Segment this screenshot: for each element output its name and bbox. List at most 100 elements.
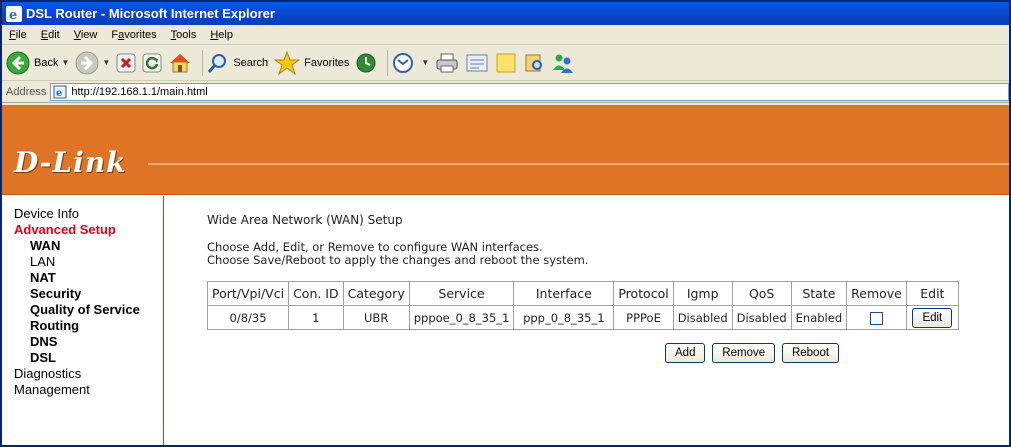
favorites-label: Favorites xyxy=(304,56,350,69)
sidebar-item-quality-of-service[interactable]: Quality of Service xyxy=(14,302,163,318)
col-header-remove: Remove xyxy=(846,281,907,306)
research-icon xyxy=(525,54,543,71)
sidebar-item-management[interactable]: Management xyxy=(14,382,163,398)
history-button[interactable] xyxy=(355,48,377,78)
remove-checkbox[interactable] xyxy=(869,311,883,325)
forward-button[interactable]: ▼ xyxy=(75,48,110,78)
search-label: Search xyxy=(233,56,269,69)
sidebar-item-device-info[interactable]: Device Info xyxy=(14,206,163,222)
menu-bar: File Edit View Favorites Tools Help xyxy=(2,25,1009,45)
discuss-button[interactable] xyxy=(495,48,517,78)
stop-button[interactable] xyxy=(116,48,136,78)
col-header-igmp: Igmp xyxy=(672,281,733,306)
messenger-icon xyxy=(553,54,574,73)
favorites-button[interactable]: Favorites xyxy=(274,48,349,78)
dlink-logo: D-Link xyxy=(14,146,127,179)
sidebar-item-advanced-setup[interactable]: Advanced Setup xyxy=(14,222,163,238)
cell-interface: ppp_0_8_35_1 xyxy=(513,305,615,330)
mail-icon xyxy=(393,52,414,73)
banner-line xyxy=(148,163,1009,165)
cell-service: pppoe_0_8_35_1 xyxy=(408,305,515,330)
menu-tools[interactable]: Tools xyxy=(164,29,204,41)
page-title: Wide Area Network (WAN) Setup xyxy=(207,213,403,227)
toolbar: Back ▼ ▼ Search Favorites ▼ xyxy=(2,45,1009,81)
history-icon xyxy=(356,53,376,72)
home-icon xyxy=(170,53,191,72)
col-header-port-vpi-vci: Port/Vpi/Vci xyxy=(206,281,290,306)
cell-state: Enabled xyxy=(790,305,848,330)
remove-button[interactable]: Remove xyxy=(712,343,776,363)
edit-button[interactable]: Edit xyxy=(912,307,953,328)
title-bar: e DSL Router - Microsoft Internet Explor… xyxy=(2,2,1009,25)
col-header-protocol: Protocol xyxy=(613,281,674,306)
refresh-icon xyxy=(142,53,162,72)
printer-icon xyxy=(436,53,458,72)
menu-view[interactable]: View xyxy=(67,29,105,41)
menu-edit[interactable]: Edit xyxy=(34,29,67,41)
search-button[interactable]: Search xyxy=(207,48,268,78)
dlink-banner: D-Link xyxy=(2,105,1009,195)
dropdown-arrow-icon[interactable]: ▼ xyxy=(61,58,69,67)
description: Choose Add, Edit, or Remove to configure… xyxy=(207,241,997,267)
wan-table: Port/Vpi/Vci Con. ID Category Service In… xyxy=(206,281,959,330)
dropdown-arrow-icon[interactable]: ▼ xyxy=(421,58,429,67)
toolbar-separator xyxy=(202,49,204,76)
cell-igmp: Disabled xyxy=(672,305,733,330)
messenger-button[interactable] xyxy=(551,48,575,78)
menu-file[interactable]: File xyxy=(2,29,34,41)
sidebar-item-security[interactable]: Security xyxy=(14,286,163,302)
research-button[interactable] xyxy=(523,48,545,78)
main-panel: Wide Area Network (WAN) Setup Choose Add… xyxy=(206,196,997,363)
address-bar: Address e http://192.168.1.1/main.html xyxy=(2,81,1009,103)
home-button[interactable] xyxy=(168,48,192,78)
col-header-qos: QoS xyxy=(731,281,792,306)
edit-document-icon xyxy=(466,54,488,71)
cell-edit: Edit xyxy=(905,305,959,330)
sidebar-item-diagnostics[interactable]: Diagnostics xyxy=(14,366,163,382)
action-buttons: Add Remove Reboot xyxy=(665,343,997,363)
sidebar-item-dsl[interactable]: DSL xyxy=(14,350,163,366)
svg-text:e: e xyxy=(56,88,62,99)
address-url: http://192.168.1.1/main.html xyxy=(71,85,208,98)
col-header-edit: Edit xyxy=(905,281,959,306)
cell-port-vpi-vci: 0/8/35 xyxy=(206,305,290,330)
menu-help[interactable]: Help xyxy=(203,29,240,41)
sidebar: Device Info Advanced Setup WAN LAN NAT S… xyxy=(2,196,164,445)
ie-logo-icon: e xyxy=(6,5,22,22)
page-content: D-Link Device Info Advanced Setup WAN LA… xyxy=(2,105,1009,445)
sidebar-item-nat[interactable]: NAT xyxy=(14,270,163,286)
sidebar-item-routing[interactable]: Routing xyxy=(14,318,163,334)
sidebar-item-lan[interactable]: LAN xyxy=(14,254,163,270)
col-header-service: Service xyxy=(408,281,515,306)
back-arrow-icon xyxy=(6,51,30,74)
cell-con-id: 1 xyxy=(288,305,344,330)
menu-favorites[interactable]: Favorites xyxy=(104,29,163,41)
sidebar-item-dns[interactable]: DNS xyxy=(14,334,163,350)
note-icon xyxy=(496,53,516,72)
col-header-interface: Interface xyxy=(513,281,615,306)
print-button[interactable] xyxy=(435,48,459,78)
table-row: 0/8/35 1 UBR pppoe_0_8_35_1 ppp_0_8_35_1… xyxy=(206,305,959,330)
browser-window: e DSL Router - Microsoft Internet Explor… xyxy=(0,0,1011,447)
reboot-button[interactable]: Reboot xyxy=(781,343,840,363)
cell-protocol: PPPoE xyxy=(613,305,674,330)
refresh-button[interactable] xyxy=(142,48,162,78)
search-icon xyxy=(208,53,227,73)
col-header-category: Category xyxy=(342,281,410,306)
forward-arrow-icon xyxy=(75,51,99,74)
cell-qos: Disabled xyxy=(731,305,792,330)
dropdown-arrow-icon[interactable]: ▼ xyxy=(102,58,110,67)
add-button[interactable]: Add xyxy=(665,343,706,363)
toolbar-separator xyxy=(387,49,389,76)
mail-button[interactable]: ▼ xyxy=(392,48,429,78)
cell-remove xyxy=(846,305,907,330)
edit-page-button[interactable] xyxy=(465,48,489,78)
sidebar-item-wan[interactable]: WAN xyxy=(14,238,163,254)
back-label: Back xyxy=(34,56,59,69)
col-header-con-id: Con. ID xyxy=(288,281,344,306)
back-button[interactable]: Back ▼ xyxy=(6,48,69,78)
address-input[interactable]: e http://192.168.1.1/main.html xyxy=(50,82,1009,101)
address-label: Address xyxy=(6,85,47,98)
svg-text:e: e xyxy=(9,8,17,22)
table-header-row: Port/Vpi/Vci Con. ID Category Service In… xyxy=(206,281,959,306)
